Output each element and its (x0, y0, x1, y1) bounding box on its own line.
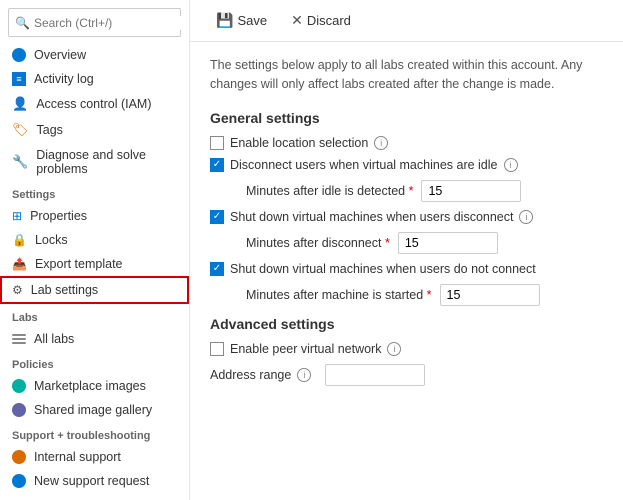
minutes-started-row: Minutes after machine is started * (246, 284, 603, 306)
new-support-request-icon (12, 474, 26, 488)
sidebar-item-label: Tags (37, 123, 63, 137)
activity-log-icon: ≡ (12, 72, 26, 86)
disconnect-users-checkbox[interactable] (210, 158, 224, 172)
minutes-started-required: * (427, 288, 432, 302)
sidebar-item-label: Export template (35, 257, 123, 271)
minutes-disconnect-input[interactable] (398, 232, 498, 254)
minutes-disconnect-required: * (385, 236, 390, 250)
sidebar-item-label: Activity log (34, 72, 94, 86)
discard-label: Discard (307, 13, 351, 28)
policies-section-label: Policies (0, 351, 189, 374)
address-range-row: Address range i (210, 364, 603, 386)
content-area: The settings below apply to all labs cre… (190, 42, 623, 500)
sidebar-item-label: Properties (30, 209, 87, 223)
export-icon: 📤 (12, 257, 27, 271)
disconnect-users-row: Disconnect users when virtual machines a… (210, 158, 603, 172)
minutes-idle-required: * (409, 184, 414, 198)
enable-location-row: Enable location selection i (210, 136, 603, 150)
main-panel: 💾 Save ✕ Discard The settings below appl… (190, 0, 623, 500)
shutdown-noconnect-checkbox[interactable] (210, 262, 224, 276)
search-bar[interactable]: 🔍 » (8, 8, 181, 37)
sidebar-item-label: Locks (35, 233, 68, 247)
sidebar-item-shared-image-gallery[interactable]: Shared image gallery (0, 398, 189, 422)
sidebar-item-tags[interactable]: 🏷 Tags (0, 117, 189, 143)
shutdown-disconnect-row: Shut down virtual machines when users di… (210, 210, 603, 224)
minutes-started-input[interactable] (440, 284, 540, 306)
sidebar-item-export-template[interactable]: 📤 Export template (0, 252, 189, 276)
search-icon: 🔍 (15, 16, 30, 30)
marketplace-images-icon (12, 379, 26, 393)
minutes-started-label: Minutes after machine is started * (246, 288, 432, 302)
disconnect-users-info-icon[interactable]: i (504, 158, 518, 172)
advanced-settings-title: Advanced settings (210, 316, 603, 332)
sidebar-item-activity-log[interactable]: ≡ Activity log (0, 67, 189, 91)
settings-section-label: Settings (0, 181, 189, 204)
overview-icon (12, 48, 26, 62)
sidebar-item-overview[interactable]: Overview (0, 43, 189, 67)
minutes-idle-label: Minutes after idle is detected * (246, 184, 413, 198)
shutdown-disconnect-info-icon[interactable]: i (519, 210, 533, 224)
minutes-idle-input[interactable] (421, 180, 521, 202)
sidebar-item-properties[interactable]: ⊞ Properties (0, 204, 189, 228)
sidebar-item-label: Diagnose and solve problems (36, 148, 177, 176)
address-range-label: Address range (210, 368, 291, 382)
discard-button[interactable]: ✕ Discard (281, 8, 361, 33)
sidebar-item-label: Marketplace images (34, 379, 146, 393)
sidebar-item-label: New support request (34, 474, 149, 488)
lab-settings-icon: ⚙ (12, 283, 23, 297)
shutdown-disconnect-checkbox[interactable] (210, 210, 224, 224)
sidebar-item-marketplace-images[interactable]: Marketplace images (0, 374, 189, 398)
save-icon: 💾 (216, 12, 233, 29)
minutes-disconnect-label: Minutes after disconnect * (246, 236, 390, 250)
save-button[interactable]: 💾 Save (206, 8, 277, 33)
locks-icon: 🔒 (12, 233, 27, 247)
sidebar-item-access-control[interactable]: 👤 Access control (IAM) (0, 91, 189, 117)
enable-location-label: Enable location selection (230, 136, 368, 150)
labs-section-label: Labs (0, 304, 189, 327)
internal-support-icon (12, 450, 26, 464)
shutdown-disconnect-label: Shut down virtual machines when users di… (230, 210, 513, 224)
sidebar-item-label: Lab settings (31, 283, 98, 297)
sidebar: 🔍 » Overview ≡ Activity log 👤 Access con… (0, 0, 190, 500)
minutes-disconnect-row: Minutes after disconnect * (246, 232, 603, 254)
description-text: The settings below apply to all labs cre… (210, 56, 603, 94)
sidebar-item-label: All labs (34, 332, 74, 346)
sidebar-item-internal-support[interactable]: Internal support (0, 445, 189, 469)
sidebar-item-locks[interactable]: 🔒 Locks (0, 228, 189, 252)
search-input[interactable] (34, 16, 189, 30)
sidebar-item-label: Internal support (34, 450, 121, 464)
peer-network-row: Enable peer virtual network i (210, 342, 603, 356)
tags-icon: 🏷 (12, 122, 29, 138)
access-control-icon: 👤 (12, 96, 28, 112)
support-section-label: Support + troubleshooting (0, 422, 189, 445)
sidebar-item-new-support-request[interactable]: New support request (0, 469, 189, 493)
all-labs-icon (12, 334, 26, 344)
properties-icon: ⊞ (12, 209, 22, 223)
toolbar: 💾 Save ✕ Discard (190, 0, 623, 42)
sidebar-item-diagnose[interactable]: 🔧 Diagnose and solve problems (0, 143, 189, 181)
shutdown-noconnect-label: Shut down virtual machines when users do… (230, 262, 536, 276)
general-settings-title: General settings (210, 110, 603, 126)
discard-icon: ✕ (291, 12, 303, 29)
enable-location-info-icon[interactable]: i (374, 136, 388, 150)
disconnect-users-label: Disconnect users when virtual machines a… (230, 158, 498, 172)
sidebar-item-lab-settings[interactable]: ⚙ Lab settings (0, 276, 189, 304)
address-range-info-icon[interactable]: i (297, 368, 311, 382)
peer-network-label: Enable peer virtual network (230, 342, 381, 356)
enable-location-checkbox[interactable] (210, 136, 224, 150)
minutes-idle-row: Minutes after idle is detected * (246, 180, 603, 202)
save-label: Save (237, 13, 267, 28)
diagnose-icon: 🔧 (12, 154, 28, 170)
sidebar-item-label: Access control (IAM) (36, 97, 151, 111)
sidebar-item-label: Shared image gallery (34, 403, 152, 417)
address-range-input[interactable] (325, 364, 425, 386)
peer-network-info-icon[interactable]: i (387, 342, 401, 356)
peer-network-checkbox[interactable] (210, 342, 224, 356)
sidebar-item-label: Overview (34, 48, 86, 62)
sidebar-item-all-labs[interactable]: All labs (0, 327, 189, 351)
shutdown-noconnect-row: Shut down virtual machines when users do… (210, 262, 603, 276)
shared-image-gallery-icon (12, 403, 26, 417)
